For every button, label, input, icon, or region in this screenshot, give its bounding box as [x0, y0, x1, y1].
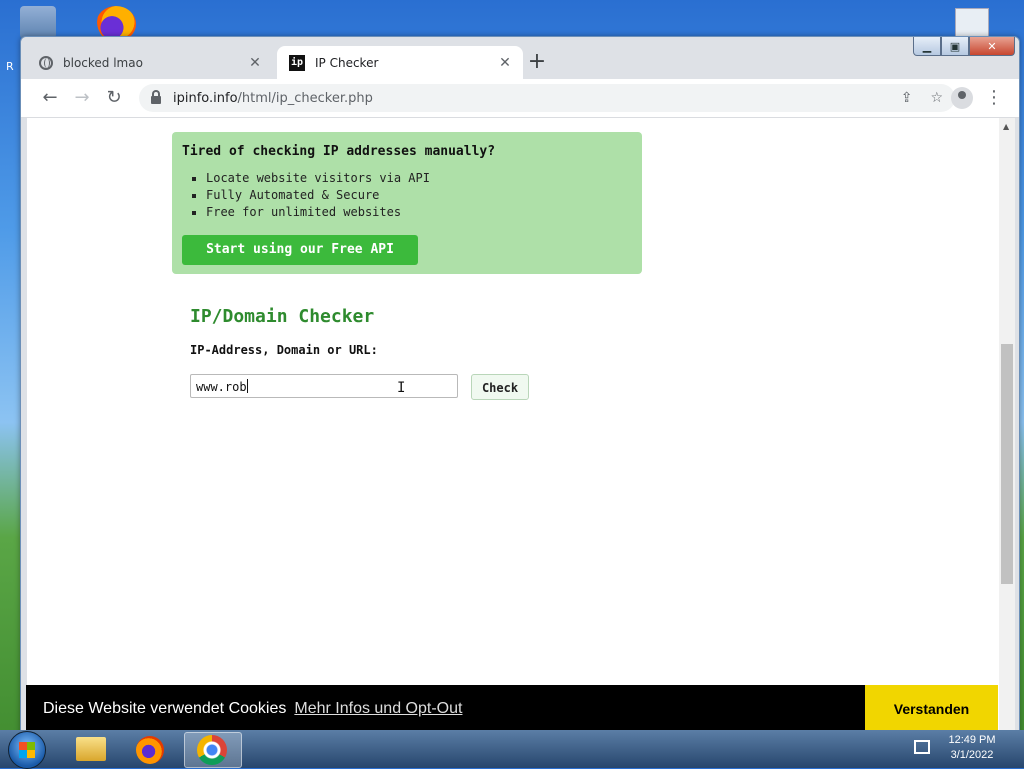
- clock-time: 12:49 PM: [948, 734, 996, 746]
- promo-bullet: Locate website visitors via API: [206, 170, 430, 187]
- tab-blocked-lmao[interactable]: blocked lmao ✕: [27, 46, 273, 79]
- close-tab-icon[interactable]: ✕: [497, 55, 513, 71]
- url-host: ipinfo.info: [173, 90, 238, 106]
- input-value: www.rob: [196, 380, 247, 394]
- cookie-info-link[interactable]: Mehr Infos und Opt-Out: [294, 700, 462, 718]
- profile-avatar-icon[interactable]: [951, 87, 973, 109]
- vertical-scrollbar[interactable]: ▲: [999, 118, 1015, 731]
- network-icon[interactable]: [914, 740, 930, 754]
- tab-strip: blocked lmao ✕ ip IP Checker ✕ + ▁ ▣ ✕: [21, 37, 1019, 79]
- accept-cookies-button[interactable]: Verstanden: [865, 685, 998, 733]
- taskbar-chrome[interactable]: [184, 732, 242, 768]
- taskbar: 12:49 PM 3/1/2022: [0, 730, 1024, 769]
- share-icon[interactable]: ⇪: [901, 90, 913, 106]
- browser-toolbar: ← → ↻ ipinfo.info/html/ip_checker.php ⇪ …: [21, 79, 1019, 118]
- ibeam-cursor-icon: I: [397, 380, 406, 396]
- cookie-banner: Diese Website verwendet Cookies Mehr Inf…: [26, 685, 998, 733]
- checker-title: IP/Domain Checker: [190, 306, 375, 327]
- checker-label: IP-Address, Domain or URL:: [190, 343, 378, 357]
- reload-icon[interactable]: ↻: [101, 85, 127, 111]
- check-button[interactable]: Check: [471, 374, 529, 400]
- firefox-icon: [136, 736, 164, 764]
- start-free-api-button[interactable]: Start using our Free API: [182, 235, 418, 265]
- ipinfo-favicon: ip: [289, 54, 305, 71]
- scroll-up-arrow-icon[interactable]: ▲: [1003, 122, 1009, 131]
- tab-ip-checker[interactable]: ip IP Checker ✕: [277, 46, 523, 79]
- close-tab-icon[interactable]: ✕: [247, 55, 263, 71]
- folder-icon: [76, 737, 106, 761]
- start-button[interactable]: [8, 731, 46, 769]
- text-caret: [246, 379, 248, 393]
- close-window-button[interactable]: ✕: [969, 37, 1015, 56]
- scroll-thumb[interactable]: [1001, 344, 1013, 584]
- forward-arrow-icon[interactable]: →: [69, 85, 95, 111]
- lock-icon[interactable]: [151, 90, 161, 104]
- taskbar-firefox[interactable]: [122, 732, 178, 766]
- url-path: /html/ip_checker.php: [237, 90, 373, 106]
- cookie-text: Diese Website verwendet Cookies: [43, 700, 287, 717]
- maximize-button[interactable]: ▣: [941, 37, 969, 56]
- promo-bullet-list: Locate website visitors via API Fully Au…: [206, 170, 430, 221]
- tab-title: IP Checker: [315, 55, 379, 70]
- bookmark-star-icon[interactable]: ☆: [930, 90, 943, 106]
- promo-title: Tired of checking IP addresses manually?: [182, 144, 496, 159]
- promo-bullet: Free for unlimited websites: [206, 204, 430, 221]
- api-promo-box: Tired of checking IP addresses manually?…: [172, 132, 642, 274]
- taskbar-explorer[interactable]: [62, 732, 118, 766]
- chrome-window: blocked lmao ✕ ip IP Checker ✕ + ▁ ▣ ✕ ←…: [20, 36, 1020, 738]
- page-viewport: Tired of checking IP addresses manually?…: [27, 118, 999, 731]
- chrome-icon: [197, 735, 227, 765]
- tab-title: blocked lmao: [63, 55, 143, 70]
- system-clock[interactable]: 12:49 PM 3/1/2022: [940, 733, 1004, 763]
- globe-icon: [39, 55, 53, 70]
- minimize-button[interactable]: ▁: [913, 37, 941, 56]
- window-controls: ▁ ▣ ✕: [913, 37, 1015, 56]
- desktop-partial-label: R: [6, 60, 14, 73]
- back-arrow-icon[interactable]: ←: [37, 85, 63, 111]
- clock-date: 3/1/2022: [950, 749, 994, 761]
- address-bar[interactable]: ipinfo.info/html/ip_checker.php ⇪ ☆: [139, 84, 955, 112]
- promo-bullet: Fully Automated & Secure: [206, 187, 430, 204]
- new-tab-button[interactable]: +: [524, 50, 550, 76]
- menu-dots-icon[interactable]: ⋮: [985, 85, 1003, 111]
- ip-domain-input[interactable]: www.rob: [190, 374, 458, 398]
